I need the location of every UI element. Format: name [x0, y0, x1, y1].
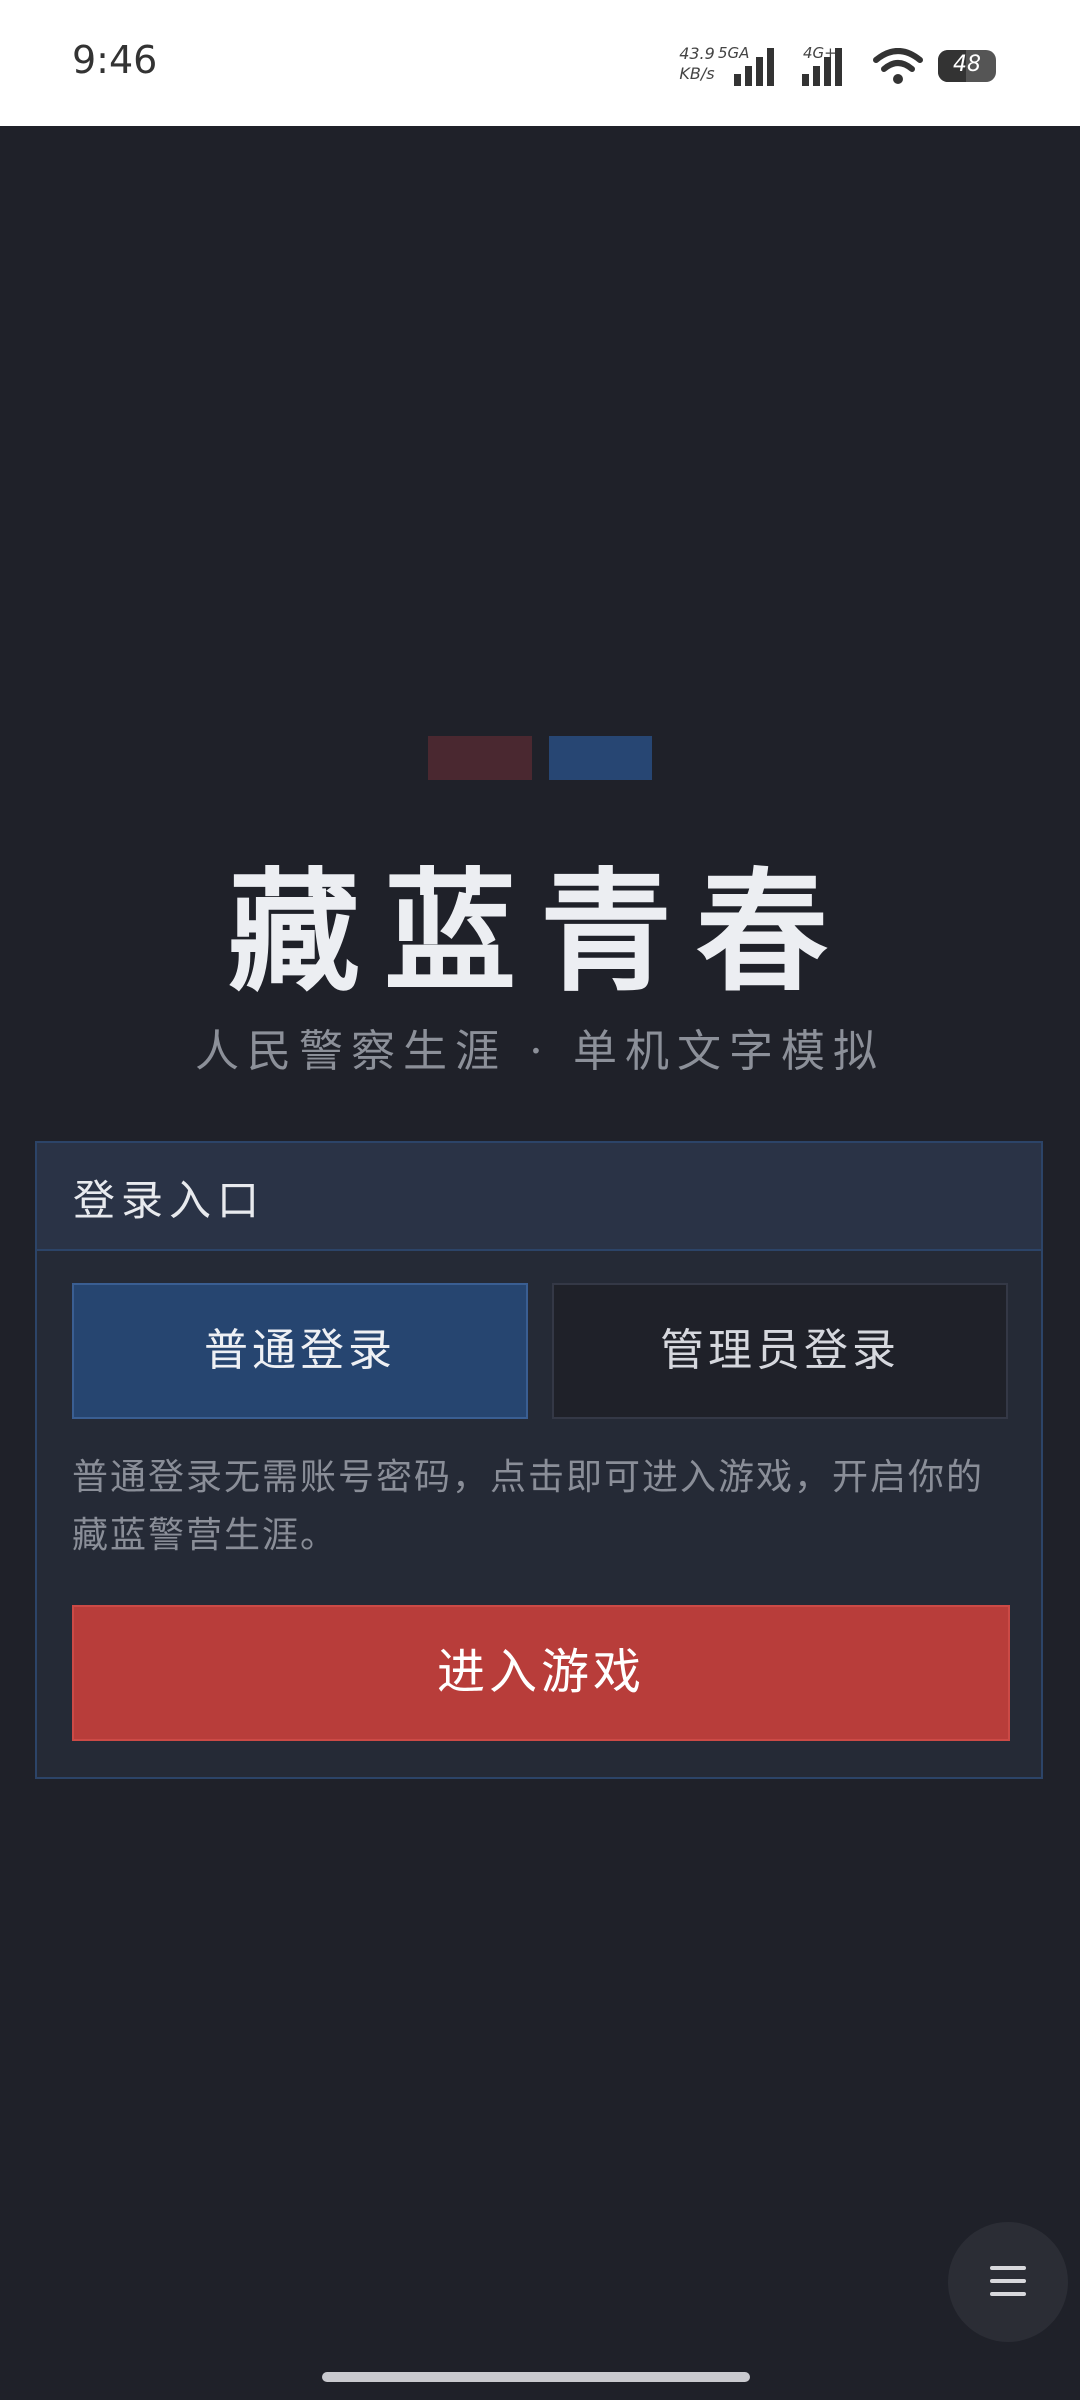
floating-menu-button[interactable]: [948, 2222, 1068, 2342]
login-panel-title: 登录入口: [73, 1176, 266, 1225]
wifi-icon: [873, 48, 923, 84]
tab-normal-login[interactable]: 普通登录: [72, 1283, 528, 1419]
home-indicator[interactable]: [322, 2372, 750, 2382]
network-speed: 43.9 KB/s: [670, 44, 724, 84]
network-speed-unit: KB/s: [679, 64, 715, 83]
app-title: 藏蓝青春: [228, 855, 852, 1010]
flag-bar-blue: [549, 736, 652, 780]
signal-strength-icon-2: [802, 48, 842, 86]
battery-icon: 48: [938, 50, 996, 82]
flag-bar-red: [428, 736, 532, 780]
network-speed-value: 43.9: [679, 44, 715, 63]
hamburger-menu-icon: [990, 2266, 1026, 2305]
tab-admin-login[interactable]: 管理员登录: [552, 1283, 1008, 1419]
login-panel: 登录入口 普通登录 管理员登录 普通登录无需账号密码，点击即可进入游戏，开启你的…: [35, 1141, 1043, 1779]
status-time: 9:46: [72, 38, 158, 82]
login-panel-header: 登录入口: [37, 1143, 1041, 1251]
enter-game-button[interactable]: 进入游戏: [72, 1605, 1010, 1741]
app-subtitle: 人民警察生涯 · 单机文字模拟: [195, 1026, 885, 1077]
signal-strength-icon-1: [734, 48, 774, 86]
status-bar: 9:46 43.9 KB/s 5GA 4G+ 48: [0, 0, 1080, 126]
battery-percent: 48: [953, 52, 981, 77]
login-description: 普通登录无需账号密码，点击即可进入游戏，开启你的藏蓝警营生涯。: [72, 1457, 985, 1556]
